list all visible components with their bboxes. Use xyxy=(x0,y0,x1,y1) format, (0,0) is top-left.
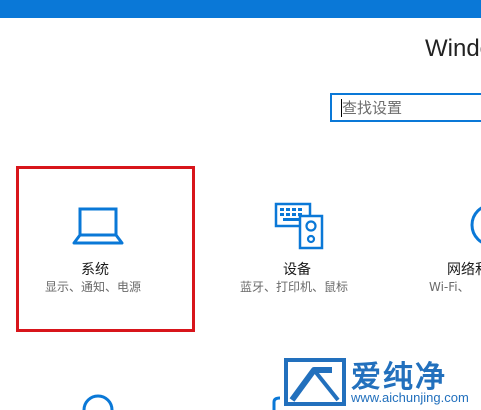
globe-icon xyxy=(470,206,481,244)
tile-description: 蓝牙、打印机、鼠标 xyxy=(240,280,349,294)
settings-window: Windo 系统 显示、通知、电源 设备 蓝牙、打印机、鼠标 xyxy=(0,0,481,410)
search-box[interactable] xyxy=(330,93,481,122)
title-bar[interactable] xyxy=(0,0,481,18)
watermark: 爱纯净 www.aichunjing.com xyxy=(284,352,481,410)
tile-network[interactable]: 网络和 Wi-Fi、 xyxy=(420,166,481,332)
search-input[interactable] xyxy=(342,98,477,118)
keyboard-speaker-icon xyxy=(274,202,324,250)
tile-title: 网络和 xyxy=(447,262,481,278)
watermark-logo xyxy=(284,358,346,406)
tile-description: Wi-Fi、 xyxy=(429,280,470,294)
person-icon xyxy=(82,394,114,410)
text-caret xyxy=(341,99,342,117)
tile-title: 设备 xyxy=(283,262,311,278)
watermark-url: www.aichunjing.com xyxy=(351,390,469,405)
highlight-box xyxy=(16,166,195,332)
window-title: Windo xyxy=(425,35,481,62)
tile-devices[interactable]: 设备 蓝牙、打印机、鼠标 xyxy=(225,166,375,332)
